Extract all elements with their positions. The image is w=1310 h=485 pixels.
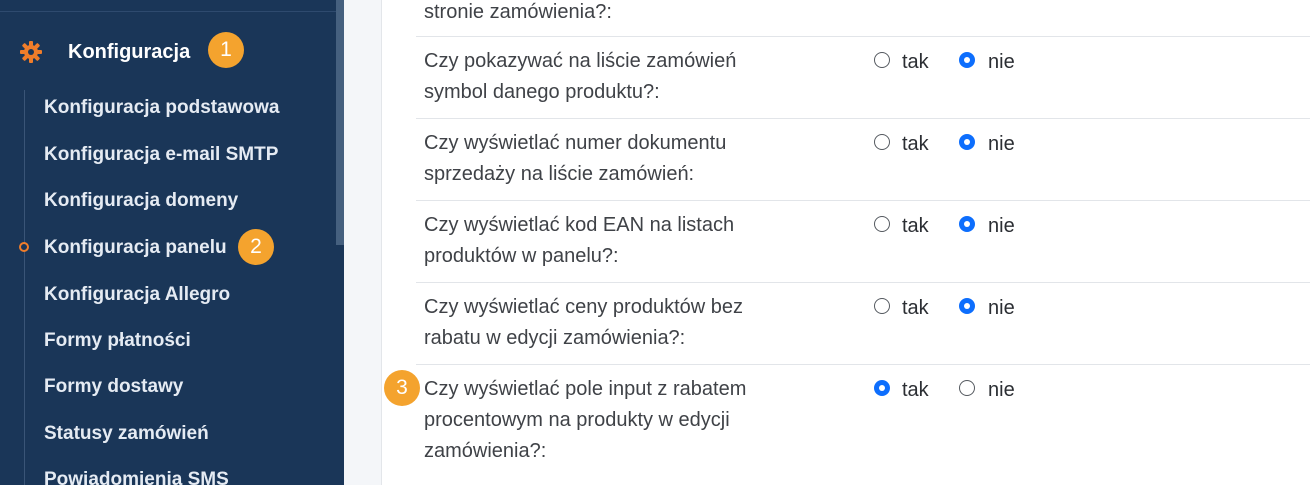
label-q5-tak[interactable]: tak <box>902 379 929 402</box>
settings-row <box>416 364 1310 365</box>
sidebar-item-powiadomienia-sms[interactable]: Powiadomienia SMS <box>44 469 229 485</box>
sidebar-item-konfiguracja-domeny[interactable]: Konfiguracja domeny <box>44 190 238 212</box>
question-5-line3: zamówienia?: <box>424 440 547 462</box>
radio-q2-tak[interactable] <box>874 134 890 150</box>
sidebar: Konfiguracja 1 Konfiguracja podstawowa K… <box>0 0 344 485</box>
gear-icon <box>20 41 42 63</box>
step-badge-1: 1 <box>208 32 244 68</box>
sidebar-item-formy-platnosci[interactable]: Formy płatności <box>44 330 191 352</box>
question-3-line1: Czy wyświetlać kod EAN na listach <box>424 214 735 236</box>
question-5: Czy wyświetlać pole input z rabatem proc… <box>424 374 844 467</box>
question-4-line1: Czy wyświetlać ceny produktów bez <box>424 296 744 318</box>
label-q4-nie[interactable]: nie <box>988 297 1015 320</box>
active-item-marker <box>19 242 29 252</box>
sidebar-divider <box>0 11 336 12</box>
question-2: Czy wyświetlać numer dokumentu sprzedaży… <box>424 128 844 190</box>
radio-q1-tak[interactable] <box>874 52 890 68</box>
sidebar-item-statusy-zamowien[interactable]: Statusy zamówień <box>44 423 209 445</box>
label-q2-tak[interactable]: tak <box>902 133 929 156</box>
question-3: Czy wyświetlać kod EAN na listach produk… <box>424 210 844 272</box>
question-1-line1: Czy pokazywać na liście zamówień <box>424 50 737 72</box>
label-q1-tak[interactable]: tak <box>902 51 929 74</box>
settings-row <box>416 200 1310 201</box>
question-3-line2: produktów w panelu?: <box>424 245 619 267</box>
radio-q3-nie[interactable] <box>959 216 975 232</box>
label-q5-nie[interactable]: nie <box>988 379 1015 402</box>
question-2-line1: Czy wyświetlać numer dokumentu <box>424 132 727 154</box>
radio-q2-nie[interactable] <box>959 134 975 150</box>
radio-q4-nie[interactable] <box>959 298 975 314</box>
sidebar-item-konfiguracja-allegro[interactable]: Konfiguracja Allegro <box>44 284 230 306</box>
question-partial: stronie zamówienia?: <box>424 1 612 23</box>
question-5-line1: Czy wyświetlać pole input z rabatem <box>424 378 747 400</box>
radio-q5-nie[interactable] <box>959 380 975 396</box>
sidebar-scrollbar[interactable] <box>336 0 344 245</box>
label-q1-nie[interactable]: nie <box>988 51 1015 74</box>
question-5-line2: procentowym na produkty w edycji <box>424 409 730 431</box>
radio-q4-tak[interactable] <box>874 298 890 314</box>
label-q3-tak[interactable]: tak <box>902 215 929 238</box>
sidebar-tree-line <box>24 90 25 485</box>
label-q2-nie[interactable]: nie <box>988 133 1015 156</box>
sidebar-item-konfiguracja-podstawowa[interactable]: Konfiguracja podstawowa <box>44 97 279 119</box>
label-q3-nie[interactable]: nie <box>988 215 1015 238</box>
question-1-line2: symbol danego produktu?: <box>424 81 660 103</box>
radio-q3-tak[interactable] <box>874 216 890 232</box>
step-badge-2: 2 <box>238 229 274 265</box>
sidebar-item-konfiguracja-panelu[interactable]: Konfiguracja panelu <box>44 237 227 259</box>
radio-q1-nie[interactable] <box>959 52 975 68</box>
sidebar-section-title[interactable]: Konfiguracja <box>68 41 190 64</box>
question-2-line2: sprzedaży na liście zamówień: <box>424 163 695 185</box>
settings-row <box>416 118 1310 119</box>
step-badge-3: 3 <box>384 370 420 406</box>
radio-q5-tak[interactable] <box>874 380 890 396</box>
settings-row <box>416 36 1310 37</box>
settings-row <box>416 282 1310 283</box>
label-q4-tak[interactable]: tak <box>902 297 929 320</box>
sidebar-item-formy-dostawy[interactable]: Formy dostawy <box>44 376 183 398</box>
question-4: Czy wyświetlać ceny produktów bez rabatu… <box>424 292 844 354</box>
question-1: Czy pokazywać na liście zamówień symbol … <box>424 46 844 108</box>
question-4-line2: rabatu w edycji zamówienia?: <box>424 327 686 349</box>
sidebar-item-konfiguracja-email-smtp[interactable]: Konfiguracja e-mail SMTP <box>44 144 278 166</box>
